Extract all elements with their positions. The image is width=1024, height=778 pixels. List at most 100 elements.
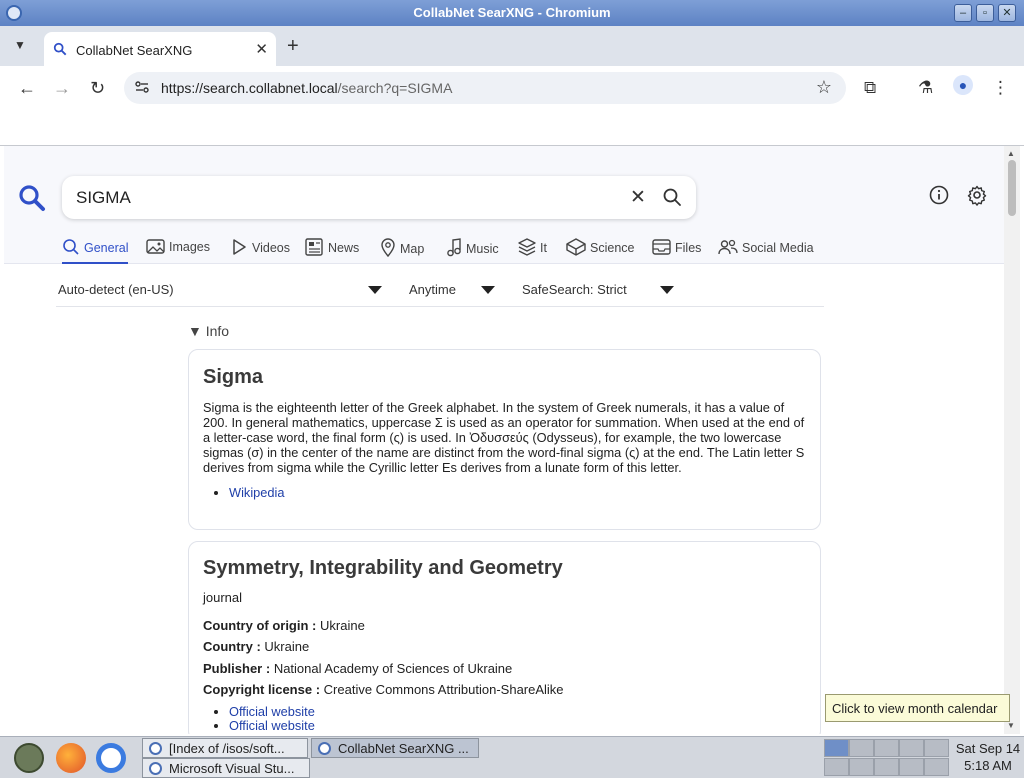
new-tab-button[interactable]: + <box>287 35 299 58</box>
scroll-down-icon[interactable]: ▼ <box>1007 721 1015 730</box>
search-input[interactable]: SIGMA ✕ <box>62 176 696 219</box>
map-pin-icon <box>381 238 395 258</box>
cube-icon <box>566 238 586 256</box>
searxng-logo-icon[interactable] <box>18 184 46 212</box>
attribute-row: Country of origin : Ukraine <box>203 618 365 633</box>
maximize-button[interactable]: ▫ <box>976 4 994 22</box>
info-icon[interactable] <box>928 184 950 206</box>
wikipedia-link[interactable]: Wikipedia <box>229 485 284 500</box>
language-select[interactable]: Auto-detect (en-US) <box>58 282 174 297</box>
workspace-8[interactable] <box>874 758 899 776</box>
scrollbar-thumb[interactable] <box>1008 160 1016 216</box>
category-music[interactable]: Music <box>446 238 499 264</box>
tab-title: CollabNet SearXNG <box>76 43 193 58</box>
tab-close-icon[interactable]: ✕ <box>255 40 268 58</box>
attribute-row: Copyright license : Creative Commons Att… <box>203 682 564 697</box>
calendar-tooltip: Click to view month calendar <box>825 694 1010 722</box>
chromium-launcher-icon[interactable] <box>96 743 126 773</box>
time-range-select[interactable]: Anytime <box>409 282 456 297</box>
category-social-media[interactable]: Social Media <box>718 238 814 264</box>
workspace-5[interactable] <box>924 739 949 757</box>
infobox-description: Sigma is the eighteenth letter of the Gr… <box>203 400 805 475</box>
minimize-button[interactable]: – <box>954 4 972 22</box>
category-it[interactable]: It <box>518 238 547 264</box>
site-info-icon[interactable] <box>134 79 150 95</box>
labs-flask-icon[interactable]: ⚗ <box>918 78 933 98</box>
workspace-1[interactable] <box>824 739 849 757</box>
people-icon <box>718 239 738 255</box>
infobox-subtitle: journal <box>203 590 243 605</box>
profile-avatar-icon[interactable]: ● <box>953 75 973 95</box>
play-icon <box>233 239 246 255</box>
infobox-title: Sigma <box>203 366 264 388</box>
searxng-favicon-icon <box>53 42 67 56</box>
browser-menu-icon[interactable]: ⋮ <box>992 78 1009 98</box>
official-website-link[interactable]: Official website <box>229 718 315 733</box>
category-map[interactable]: Map <box>380 238 424 264</box>
back-arrow-icon[interactable]: ← <box>18 78 36 99</box>
forward-arrow-icon[interactable]: → <box>53 78 71 99</box>
language-dropdown-icon[interactable] <box>368 286 382 294</box>
attribute-row: Country : Ukraine <box>203 639 310 654</box>
workspace-7[interactable] <box>849 758 874 776</box>
safesearch-dropdown-icon[interactable] <box>660 286 674 294</box>
infobox-links: Wikipedia <box>229 486 284 500</box>
firefox-icon[interactable] <box>56 743 86 773</box>
infobox-links: Official website Official website <box>229 705 315 733</box>
bookmark-bar <box>0 110 1024 146</box>
address-bar[interactable]: https://search.collabnet.local/search?q=… <box>124 72 846 104</box>
chromium-icon <box>149 742 162 755</box>
start-menu-icon[interactable] <box>14 743 44 773</box>
page-viewport: SIGMA ✕ General Images Videos News Map M… <box>4 146 1004 734</box>
vscode-icon <box>149 762 162 775</box>
page-scrollbar[interactable]: ▲ ▼ <box>1004 146 1020 734</box>
task-collabnet-searxng[interactable]: CollabNet SearXNG ... <box>311 738 479 758</box>
workspace-6[interactable] <box>824 758 849 776</box>
workspace-10[interactable] <box>924 758 949 776</box>
category-news[interactable]: News <box>304 238 359 264</box>
music-note-icon <box>447 238 461 257</box>
tab-strip: ▼ CollabNet SearXNG ✕ + <box>0 26 1024 66</box>
info-toggle[interactable]: ▼ Info <box>188 323 229 339</box>
task-visual-studio[interactable]: Microsoft Visual Stu... <box>142 758 310 778</box>
url-text: https://search.collabnet.local/search?q=… <box>161 80 453 96</box>
official-website-link[interactable]: Official website <box>229 704 315 719</box>
workspace-9[interactable] <box>899 758 924 776</box>
list-item: Official website <box>229 719 315 733</box>
category-videos[interactable]: Videos <box>230 238 290 264</box>
category-images[interactable]: Images <box>146 238 210 264</box>
extensions-icon[interactable]: ⧉ <box>864 78 876 98</box>
clear-search-icon[interactable]: ✕ <box>630 186 646 209</box>
category-science[interactable]: Science <box>566 238 634 264</box>
infobox-card: Symmetry, Integrability and Geometry jou… <box>188 541 821 734</box>
divider <box>56 306 824 307</box>
time-dropdown-icon[interactable] <box>481 286 495 294</box>
scroll-up-icon[interactable]: ▲ <box>1007 149 1015 158</box>
chromium-icon <box>318 742 331 755</box>
infobox-card: Sigma Sigma is the eighteenth letter of … <box>188 349 821 530</box>
browser-toolbar: ← → ↻ https://search.collabnet.local/sea… <box>0 66 1024 110</box>
tab-collabnet-searxng[interactable]: CollabNet SearXNG ✕ <box>44 32 276 66</box>
newspaper-icon <box>305 238 323 256</box>
workspace-3[interactable] <box>874 739 899 757</box>
task-index-of-isos[interactable]: [Index of /isos/soft... <box>142 738 308 758</box>
category-general[interactable]: General <box>62 238 129 264</box>
taskbar-clock[interactable]: Sat Sep 14 5:18 AM <box>954 740 1022 774</box>
close-window-button[interactable]: ✕ <box>998 4 1016 22</box>
tab-search-chevron-icon[interactable]: ▼ <box>14 38 26 52</box>
search-icon[interactable] <box>662 187 682 207</box>
search-icon <box>63 239 79 255</box>
reload-icon[interactable]: ↻ <box>90 78 105 99</box>
taskbar: [Index of /isos/soft... CollabNet SearXN… <box>0 736 1024 778</box>
search-filters: Auto-detect (en-US) Anytime SafeSearch: … <box>4 276 1004 308</box>
inbox-icon <box>652 239 671 255</box>
workspace-4[interactable] <box>899 739 924 757</box>
workspace-2[interactable] <box>849 739 874 757</box>
search-header: SIGMA ✕ General Images Videos News Map M… <box>4 146 1004 264</box>
settings-gear-icon[interactable] <box>966 184 988 206</box>
safesearch-select[interactable]: SafeSearch: Strict <box>522 282 627 297</box>
bookmark-star-icon[interactable]: ☆ <box>816 77 832 98</box>
category-files[interactable]: Files <box>652 238 701 264</box>
window-title: CollabNet SearXNG - Chromium <box>413 5 611 20</box>
workspace-pager[interactable] <box>824 739 952 777</box>
